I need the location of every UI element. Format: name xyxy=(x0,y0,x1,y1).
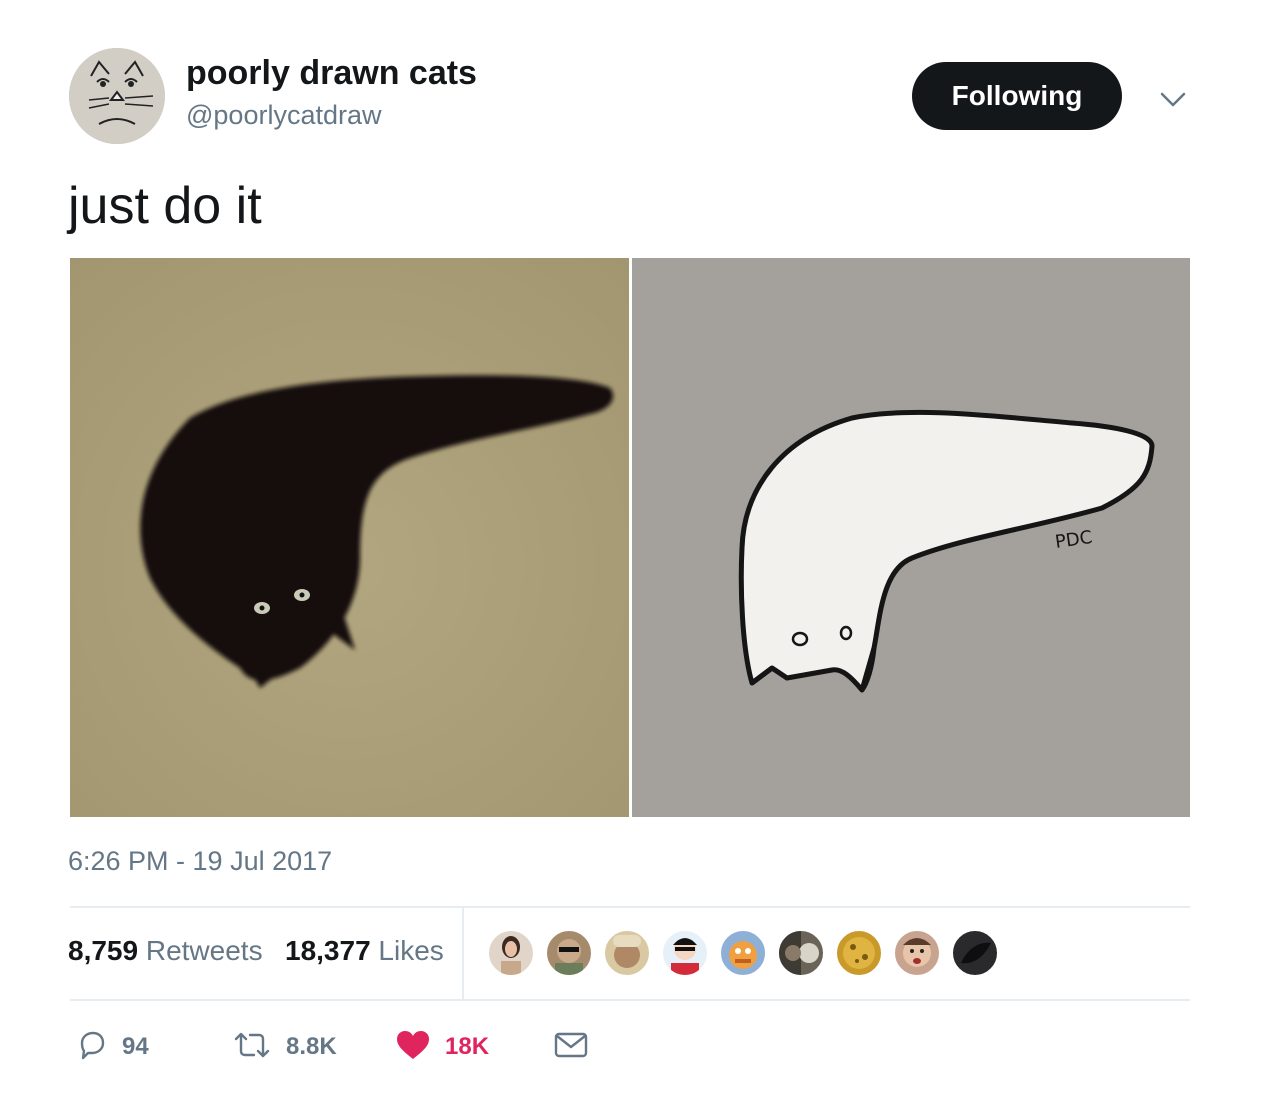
reply-icon xyxy=(76,1029,108,1066)
retweet-count: 8.8K xyxy=(286,1033,337,1060)
like-button[interactable]: 18K xyxy=(395,1030,489,1064)
tweet-photo-cat[interactable] xyxy=(70,258,629,817)
reply-count: 94 xyxy=(122,1033,149,1060)
liker-avatar[interactable] xyxy=(835,929,883,977)
retweets-stat[interactable]: 8,759 Retweets xyxy=(68,935,263,967)
divider xyxy=(70,999,1190,1001)
likes-count: 18,377 xyxy=(285,935,371,966)
retweets-label: Retweets xyxy=(145,935,263,966)
liker-avatar[interactable] xyxy=(545,929,593,977)
liker-avatar[interactable] xyxy=(951,929,999,977)
liker-avatar[interactable] xyxy=(487,929,535,977)
like-count: 18K xyxy=(445,1033,490,1060)
heart-icon xyxy=(395,1029,431,1066)
likes-label: Likes xyxy=(378,935,444,966)
liker-avatar[interactable] xyxy=(777,929,825,977)
stats-divider xyxy=(462,907,464,999)
liker-avatar[interactable] xyxy=(661,929,709,977)
liker-avatar[interactable] xyxy=(893,929,941,977)
following-button[interactable]: Following xyxy=(912,62,1122,130)
display-name[interactable]: poorly drawn cats xyxy=(186,54,477,93)
avatar[interactable] xyxy=(69,48,165,144)
liker-avatar[interactable] xyxy=(603,929,651,977)
retweets-count: 8,759 xyxy=(68,935,139,966)
likes-stat[interactable]: 18,377 Likes xyxy=(285,935,444,967)
tweet-timestamp[interactable]: 6:26 PM - 19 Jul 2017 xyxy=(68,846,332,877)
divider xyxy=(70,906,1190,908)
chevron-down-icon[interactable] xyxy=(1158,84,1188,114)
retweet-button[interactable]: 8.8K xyxy=(232,1030,337,1064)
cat-sketch-avatar-icon xyxy=(69,48,165,144)
direct-message-button[interactable] xyxy=(554,1030,588,1064)
user-handle[interactable]: @poorlycatdraw xyxy=(186,100,382,131)
reply-button[interactable]: 94 xyxy=(76,1030,149,1064)
tweet-text: just do it xyxy=(68,177,262,235)
mail-icon xyxy=(554,1030,588,1065)
liker-avatar[interactable] xyxy=(719,929,767,977)
retweet-icon xyxy=(232,1029,272,1066)
tweet-photo-drawing[interactable]: PDC xyxy=(632,258,1190,817)
